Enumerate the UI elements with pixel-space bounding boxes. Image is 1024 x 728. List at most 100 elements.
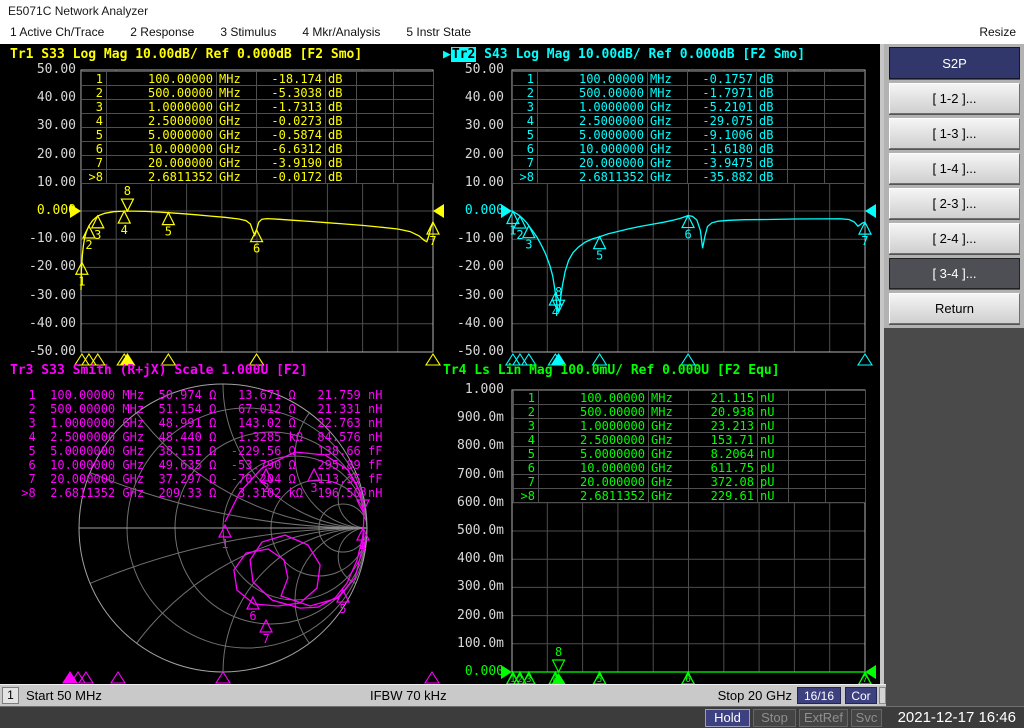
- softkey-1-4[interactable]: [ 1-4 ]...: [889, 153, 1020, 184]
- marker-cell: 100.00000: [539, 391, 649, 405]
- marker-cell: nU: [758, 419, 789, 433]
- stimulus-marker: [856, 352, 874, 366]
- marker-cell: [357, 86, 394, 100]
- marker-cell: 4: [513, 114, 538, 128]
- marker-cell: GHz: [648, 142, 688, 156]
- marker-cell: [789, 419, 826, 433]
- axis-label: 20.00: [36, 146, 76, 162]
- menu-stimulus[interactable]: 3 Stimulus: [220, 25, 276, 39]
- start-frequency[interactable]: Start 50 MHz: [26, 688, 102, 703]
- marker-cell: dB: [757, 114, 788, 128]
- extref-indicator[interactable]: ExtRef: [799, 709, 848, 727]
- marker-cell: -9.1006: [688, 128, 757, 142]
- marker-cell: GHz: [648, 114, 688, 128]
- softkey-1-3[interactable]: [ 1-3 ]...: [889, 118, 1020, 149]
- softkey-2-4[interactable]: [ 2-4 ]...: [889, 223, 1020, 254]
- axis-label: -10.00: [29, 231, 76, 247]
- marker-cell: -1.7971: [688, 86, 757, 100]
- menu-mkr-analysis[interactable]: 4 Mkr/Analysis: [302, 25, 380, 39]
- marker-cell: MHz: [649, 405, 689, 419]
- marker-cell: GHz: [649, 489, 689, 503]
- trace2-title[interactable]: ▶Tr2 S43 Log Mag 10.00dB/ Ref 0.000dB [F…: [443, 47, 805, 62]
- marker-row: 1 100.00000 MHz -18.174 dB: [82, 72, 434, 86]
- marker-cell: GHz: [649, 433, 689, 447]
- marker-row: 4 2.5000000 GHz -29.075 dB: [513, 114, 865, 128]
- trace1-marker-table: 1 100.00000 MHz -18.174 dB 2 500.00000 MHz -5.3…: [81, 71, 434, 184]
- marker-cell: dB: [326, 114, 357, 128]
- marker-cell: 100.00000: [107, 72, 217, 86]
- softkey-header-s2p[interactable]: S2P: [889, 47, 1020, 79]
- trace4-title[interactable]: Tr4 Ls Lin Mag 100.0mU/ Ref 0.000U [F2 E…: [443, 363, 780, 378]
- marker-cell: [789, 489, 826, 503]
- stop-frequency[interactable]: Stop 20 GHz: [642, 688, 792, 703]
- sweep-points-badge: 16/16: [797, 687, 841, 704]
- marker-number: 5: [165, 225, 172, 239]
- hold-indicator[interactable]: Hold: [705, 709, 750, 727]
- marker-cell: GHz: [649, 461, 689, 475]
- ifbw-readout[interactable]: IFBW 70 kHz: [370, 688, 447, 703]
- marker-cell: dB: [326, 170, 357, 184]
- marker-number: 4: [121, 223, 128, 237]
- axis-label: 30.00: [464, 118, 504, 134]
- axis-label: 900.0m: [457, 410, 504, 426]
- marker-cell: 20.000000: [538, 156, 648, 170]
- marker-cell: [788, 86, 825, 100]
- marker-cell: [826, 433, 866, 447]
- marker-cell: 5: [82, 128, 107, 142]
- marker-cell: [789, 433, 826, 447]
- marker-cell: 1.0000000: [538, 100, 648, 114]
- marker-cell: [826, 419, 866, 433]
- marker-cell: [788, 114, 825, 128]
- marker-cell: [789, 475, 826, 489]
- marker-number: 1: [221, 537, 228, 551]
- menu-instr-state[interactable]: 5 Instr State: [406, 25, 471, 39]
- marker-row: 2 500.00000 MHz -5.3038 dB: [82, 86, 434, 100]
- marker-row: 7 20.000000 GHz 37.297 Ω -70.204 Ω 113.3…: [14, 472, 383, 486]
- axis-label: 50.00: [36, 62, 76, 77]
- stimulus-marker: [424, 352, 442, 366]
- marker-cell: dB: [326, 100, 357, 114]
- marker-cell: [826, 447, 866, 461]
- marker-cell: GHz: [217, 128, 257, 142]
- marker-cell: >8: [514, 489, 539, 503]
- svc-indicator[interactable]: Svc: [851, 709, 882, 727]
- marker-cell: 1: [514, 391, 539, 405]
- stop-indicator[interactable]: Stop: [753, 709, 796, 727]
- marker-glyph: [551, 659, 566, 674]
- softkey-2-3[interactable]: [ 2-3 ]...: [889, 188, 1020, 219]
- marker-cell: GHz: [217, 156, 257, 170]
- menu-active-ch-trace[interactable]: 1 Active Ch/Trace: [10, 25, 104, 39]
- marker-cell: GHz: [649, 447, 689, 461]
- correction-badge: Cor: [845, 687, 877, 704]
- marker-number: 6: [684, 228, 691, 242]
- marker-cell: [826, 475, 866, 489]
- marker-cell: [788, 170, 825, 184]
- marker-cell: [825, 86, 865, 100]
- trace1-title[interactable]: Tr1 S33 Log Mag 10.00dB/ Ref 0.000dB [F2…: [10, 47, 362, 62]
- resize-control[interactable]: Resize: [979, 25, 1016, 39]
- trace2-name: Tr2: [450, 47, 477, 62]
- active-trace-arrow-icon: ▶: [443, 47, 451, 62]
- softkey-return[interactable]: Return: [889, 293, 1020, 324]
- marker-number: 3: [525, 238, 532, 252]
- softkey-1-2[interactable]: [ 1-2 ]...: [889, 83, 1020, 114]
- marker-cell: 2.6811352: [539, 489, 649, 503]
- marker-number: 2: [516, 228, 523, 242]
- trace2-marker-table: 1 100.00000 MHz -0.1757 dB 2 500.00000 MHz -1.7…: [512, 71, 865, 184]
- marker-cell: [825, 170, 865, 184]
- trace3-title[interactable]: Tr3 S33 Smith (R+jX) Scale 1.000U [F2]: [10, 363, 307, 378]
- marker-cell: [394, 72, 434, 86]
- axis-label: 40.00: [464, 90, 504, 106]
- marker-row: 5 5.0000000 GHz -0.5874 dB: [82, 128, 434, 142]
- marker-cell: 500.00000: [539, 405, 649, 419]
- marker-cell: -3.9190: [257, 156, 326, 170]
- marker-cell: [394, 170, 434, 184]
- marker-number: 6: [253, 242, 260, 256]
- marker-number: 8: [124, 184, 131, 198]
- softkey-3-4[interactable]: [ 3-4 ]...: [889, 258, 1020, 289]
- marker-cell: 1: [82, 72, 107, 86]
- marker-cell: 7: [82, 156, 107, 170]
- channel-number: 1: [2, 687, 19, 704]
- marker-cell: dB: [326, 142, 357, 156]
- menu-response[interactable]: 2 Response: [130, 25, 194, 39]
